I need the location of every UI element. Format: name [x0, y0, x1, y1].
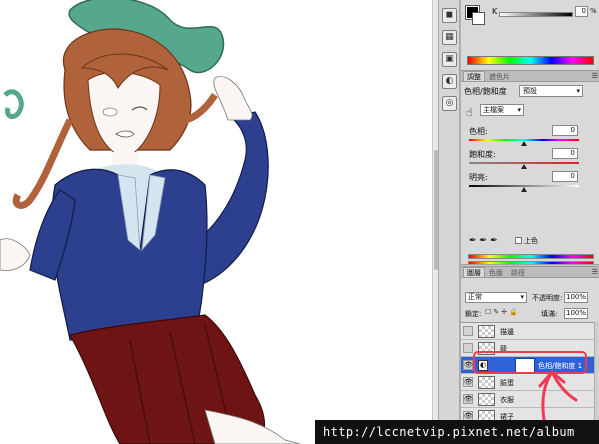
eyedropper-tools[interactable]: ✒✒✒ — [469, 236, 501, 246]
eye-icon[interactable]: 👁 — [463, 377, 473, 387]
k-channel-field[interactable]: 0 — [575, 6, 588, 17]
document-canvas[interactable] — [0, 0, 432, 444]
hue-range-spectrum-top — [468, 254, 594, 259]
colorize-label: 上色 — [524, 237, 538, 245]
layer-thumbnail — [478, 393, 495, 406]
saturation-field[interactable]: 0 — [552, 148, 578, 159]
adjustments-panel: 調整 遮色片 ☰ 色相/飽和度 預設 ☝ 主檔案 色相: 0 飽和度: 0 明亮… — [461, 70, 599, 276]
k-unit-label: % — [590, 7, 597, 15]
layer-thumbnail — [478, 325, 495, 338]
layers-tab-bar: 圖層 色版 路徑 ☰ — [461, 266, 599, 278]
color-spectrum-bar[interactable] — [467, 56, 594, 65]
lock-label: 鎖定: — [465, 310, 482, 318]
lightness-slider[interactable] — [469, 185, 579, 192]
eye-icon[interactable]: 👁 — [463, 394, 473, 404]
masks-panel-icon[interactable]: ◎ — [442, 96, 457, 111]
fill-field[interactable]: 100% — [564, 308, 588, 319]
colorize-checkbox-box[interactable] — [515, 237, 522, 244]
visibility-toggle[interactable] — [463, 326, 473, 336]
saturation-slider-thumb[interactable] — [521, 164, 527, 169]
colorize-checkbox[interactable]: 上色 — [515, 236, 538, 246]
lightness-field[interactable]: 0 — [552, 171, 578, 182]
color-panel-icon[interactable]: ◼ — [442, 8, 457, 23]
hue-slider[interactable] — [469, 139, 579, 146]
adjustment-title: 色相/飽和度 — [464, 87, 507, 96]
hue-label: 色相: — [469, 127, 488, 136]
layer-row[interactable]: 描邊 — [461, 323, 594, 340]
watermark-url: http://lccnetvip.pixnet.net/album — [323, 425, 575, 439]
hand-target-icon[interactable]: ☝ — [466, 106, 473, 119]
swatches-panel-icon[interactable]: ▦ — [442, 30, 457, 45]
tab-channels[interactable]: 色版 — [485, 267, 507, 277]
saturation-slider[interactable] — [469, 162, 579, 169]
watermark-bar: http://lccnetvip.pixnet.net/album — [315, 420, 599, 444]
opacity-field[interactable]: 100% — [564, 292, 588, 303]
k-channel-slider[interactable] — [499, 12, 573, 17]
lock-icons[interactable]: ☐✎✛🔒 — [485, 308, 520, 316]
fill-label: 填滿: — [541, 310, 558, 318]
opacity-label: 不透明度: — [532, 294, 563, 302]
hue-slider-thumb[interactable] — [521, 141, 527, 146]
hue-field[interactable]: 0 — [552, 125, 578, 136]
panel-icon-strip: ◼ ▦ ▣ ◐ ◎ — [438, 0, 460, 420]
preset-dropdown[interactable]: 預設 — [519, 85, 583, 97]
tab-paths[interactable]: 路徑 — [507, 267, 529, 277]
artwork-illustration — [0, 0, 301, 444]
lightness-slider-thumb[interactable] — [521, 187, 527, 192]
tab-layers[interactable]: 圖層 — [463, 267, 485, 277]
k-channel-label: K — [492, 7, 498, 16]
lightness-label: 明亮: — [469, 173, 488, 182]
tab-masks[interactable]: 遮色片 — [485, 71, 514, 81]
blend-mode-dropdown[interactable]: 正常 — [465, 292, 527, 303]
tab-adjustments[interactable]: 調整 — [463, 71, 485, 81]
styles-panel-icon[interactable]: ▣ — [442, 52, 457, 67]
adjustments-tab-bar: 調整 遮色片 ☰ — [461, 70, 599, 82]
saturation-label: 飽和度: — [469, 150, 496, 159]
layers-menu-icon[interactable]: ☰ — [592, 267, 598, 277]
layer-thumbnail — [478, 376, 495, 389]
eye-icon[interactable]: 👁 — [463, 360, 473, 370]
foreground-background-swatches[interactable] — [465, 5, 486, 26]
adjustments-panel-icon[interactable]: ◐ — [442, 74, 457, 89]
panel-menu-icon[interactable]: ☰ — [592, 71, 598, 81]
visibility-toggle[interactable] — [463, 343, 473, 353]
background-color-swatch[interactable] — [472, 12, 485, 25]
adjustments-body: 色相/飽和度 預設 ☝ 主檔案 色相: 0 飽和度: 0 明亮: 0 ✒✒✒ 上… — [461, 82, 599, 266]
layer-name: 描邊 — [500, 328, 514, 336]
channel-dropdown[interactable]: 主檔案 — [480, 104, 524, 116]
color-panel: K 0 % — [461, 0, 599, 70]
